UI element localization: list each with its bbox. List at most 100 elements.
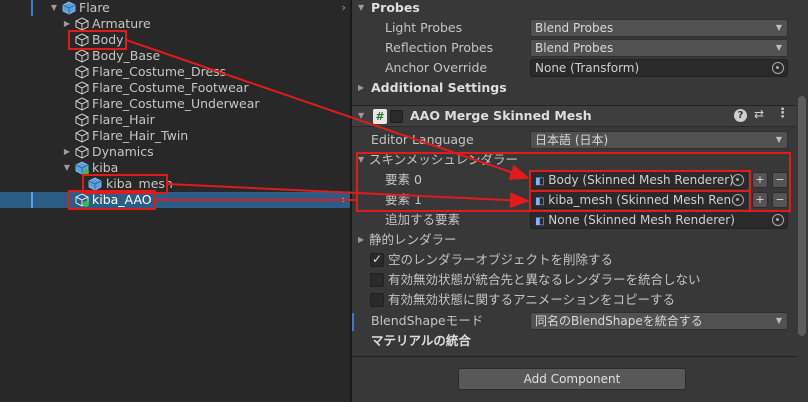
light-probes-dropdown[interactable]: Blend Probes ▼ [530, 19, 788, 37]
element-1-field[interactable]: ◧ kiba_mesh (Skinned Mesh Rend [530, 191, 748, 209]
inspector-panel: ▼ Probes Light Probes Blend Probes ▼ Ref… [352, 0, 808, 402]
skinned-mesh-icon: ◧ [535, 216, 545, 227]
editor-language-dropdown[interactable]: 日本語 (日本) ▼ [530, 131, 788, 149]
element-1-label: 要素 1 [385, 192, 422, 207]
anchor-override-value: None (Transform) [535, 61, 640, 75]
object-picker-icon[interactable] [772, 214, 784, 226]
element-0-field[interactable]: ◧ Body (Skinned Mesh Renderer) [530, 171, 748, 189]
probes-section-title[interactable]: Probes [371, 0, 420, 17]
add-element-field[interactable]: ◧ None (Skinned Mesh Renderer) [530, 211, 788, 229]
gameobject-icon [75, 97, 89, 111]
help-icon[interactable]: ? [734, 109, 747, 122]
element-0-label: 要素 0 [385, 172, 422, 187]
selection-accent-bar [31, 192, 33, 208]
prefab-icon [62, 1, 76, 15]
element-0-remove-button[interactable]: − [772, 172, 788, 188]
gameobject-icon [75, 65, 89, 79]
fold-right-icon[interactable]: ▶ [358, 79, 364, 97]
component-enabled-checkbox[interactable] [390, 110, 403, 123]
blendshape-mode-dropdown[interactable]: 同名のBlendShapeを統合する ▼ [530, 312, 788, 330]
remove-empty-renderer-checkbox[interactable] [370, 252, 384, 267]
object-picker-icon[interactable] [772, 62, 784, 74]
dropdown-arrow-icon: ▼ [775, 316, 782, 325]
skinned-mesh-icon: ◧ [535, 176, 545, 187]
hierarchy-item-costume-footwear[interactable]: Flare_Costume_Footwear [0, 80, 350, 96]
anchor-override-field[interactable]: None (Transform) [530, 59, 788, 77]
blendshape-mode-value: 同名のBlendShapeを統合する [535, 314, 703, 328]
hierarchy-item-costume-underwear[interactable]: Flare_Costume_Underwear [0, 96, 350, 112]
element-1-add-button[interactable]: + [752, 192, 768, 208]
copy-enablement-animation-label: 有効無効状態に関するアニメーションをコピーする [388, 292, 676, 307]
editor-language-value: 日本語 (日本) [535, 133, 609, 147]
reflection-probes-value: Blend Probes [535, 41, 614, 55]
gameobject-icon [75, 33, 89, 47]
object-picker-icon[interactable] [732, 174, 744, 186]
more-options-icon[interactable]: ⋮ [776, 106, 789, 121]
element-1-remove-button[interactable]: − [772, 192, 788, 208]
hierarchy-label: kiba_mesh [106, 176, 173, 191]
light-probes-value: Blend Probes [535, 21, 614, 35]
dropdown-arrow-icon: ▼ [775, 23, 782, 32]
fold-right-icon[interactable]: ▶ [61, 16, 73, 32]
hierarchy-label: Flare [79, 0, 110, 15]
hierarchy-item-costume-dress[interactable]: Flare_Costume_Dress [0, 64, 350, 80]
fold-down-icon[interactable]: ▼ [358, 107, 364, 125]
component-title: AAO Merge Skinned Mesh [410, 108, 592, 123]
prefab-icon [88, 177, 102, 191]
hierarchy-label: Dynamics [92, 144, 154, 159]
fold-down-icon[interactable]: ▼ [48, 0, 60, 16]
dropdown-arrow-icon: ▼ [775, 43, 782, 52]
fold-down-icon[interactable]: ▼ [358, 0, 364, 17]
element-0-add-button[interactable]: + [752, 172, 768, 188]
hierarchy-label: Body_Base [92, 48, 161, 63]
fold-down-icon[interactable]: ▼ [61, 160, 73, 176]
hierarchy-label: Armature [92, 16, 151, 31]
fold-right-icon[interactable]: ▶ [61, 144, 73, 160]
hierarchy-item-flare[interactable]: ▼ Flare › [0, 0, 350, 16]
object-picker-icon[interactable] [732, 194, 744, 206]
add-component-button[interactable]: Add Component [458, 368, 686, 390]
hierarchy-item-kiba-aao[interactable]: kiba_AAO › [0, 192, 350, 208]
gameobject-icon [75, 17, 89, 31]
preset-icon[interactable]: ⇄ [754, 107, 764, 121]
hierarchy-label: kiba_AAO [92, 192, 152, 207]
inspector-scrollbar[interactable] [798, 96, 806, 336]
fold-right-icon[interactable]: ▶ [358, 231, 364, 249]
skinned-mesh-icon: ◧ [535, 196, 545, 207]
hierarchy-item-kiba[interactable]: ▼ kiba [0, 160, 350, 176]
hierarchy-label: Flare_Costume_Dress [92, 64, 227, 79]
dropdown-arrow-icon: ▼ [775, 135, 782, 144]
light-probes-label: Light Probes [385, 20, 463, 35]
hierarchy-item-flare-hair-twin[interactable]: Flare_Hair_Twin [0, 128, 350, 144]
hierarchy-item-body-base[interactable]: Body_Base [0, 48, 350, 64]
skinned-mesh-renderers-title[interactable]: スキンメッシュレンダラー [369, 151, 518, 169]
hierarchy-item-body[interactable]: Body [0, 32, 350, 48]
chevron-right-icon[interactable]: › [342, 192, 346, 208]
reflection-probes-dropdown[interactable]: Blend Probes ▼ [530, 39, 788, 57]
hierarchy-item-dynamics[interactable]: ▶ Dynamics [0, 144, 350, 160]
gameobject-icon [75, 129, 89, 143]
skip-enablement-mismatch-checkbox[interactable] [370, 273, 384, 287]
modified-indicator [352, 313, 354, 331]
anchor-override-label: Anchor Override [385, 60, 488, 75]
remove-empty-renderer-label: 空のレンダラーオブジェクトを削除する [388, 252, 614, 267]
hierarchy-item-flare-hair[interactable]: Flare_Hair [0, 112, 350, 128]
hierarchy-item-armature[interactable]: ▶ Armature [0, 16, 350, 32]
gameobject-icon [75, 113, 89, 127]
add-element-label: 追加する要素 [385, 212, 461, 227]
element-0-value: Body (Skinned Mesh Renderer) [548, 173, 734, 187]
hierarchy-item-kiba-mesh[interactable]: kiba_mesh [0, 176, 350, 192]
component-header[interactable]: ▼ # AAO Merge Skinned Mesh ? ⇄ ⋮ [352, 105, 796, 127]
gameobject-icon [75, 81, 89, 95]
element-1-value: kiba_mesh (Skinned Mesh Rend [548, 193, 739, 207]
gameobject-icon [75, 193, 89, 207]
chevron-right-icon[interactable]: › [342, 0, 346, 16]
additional-settings-title[interactable]: Additional Settings [371, 79, 507, 97]
fold-down-icon[interactable]: ▼ [358, 151, 364, 169]
section-divider [352, 356, 796, 357]
reflection-probes-label: Reflection Probes [385, 40, 494, 55]
static-renderers-title[interactable]: 静的レンダラー [369, 231, 457, 249]
editor-language-label: Editor Language [371, 132, 474, 147]
prefab-icon [75, 161, 89, 175]
copy-enablement-animation-checkbox[interactable] [370, 293, 384, 307]
